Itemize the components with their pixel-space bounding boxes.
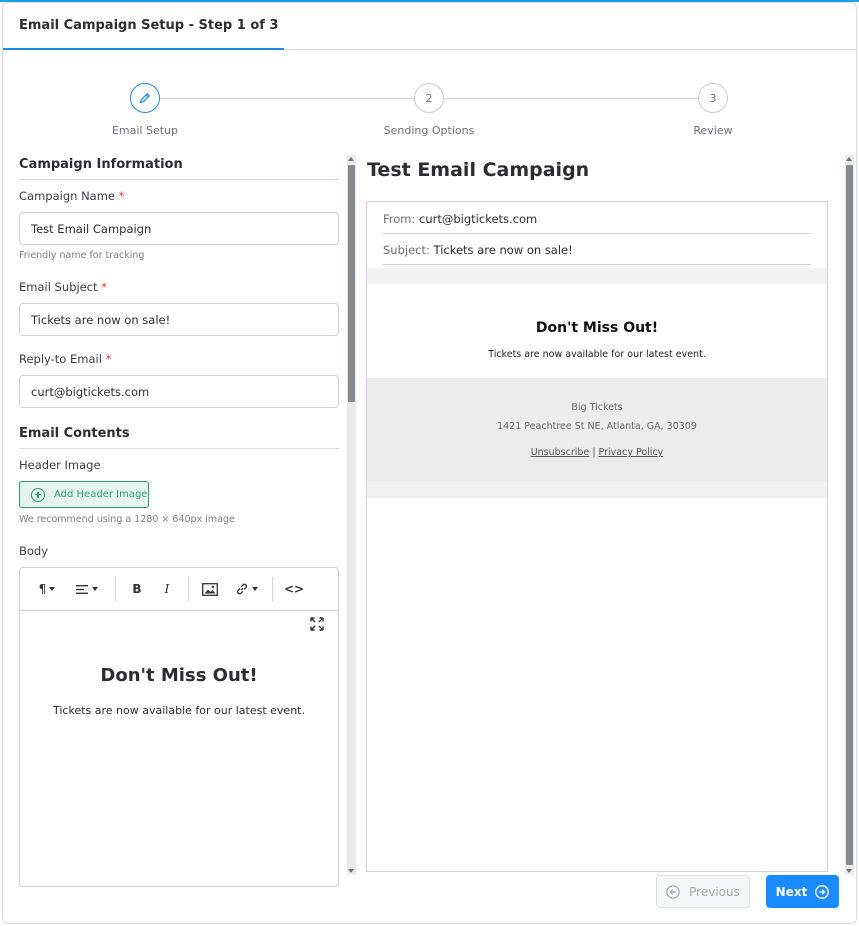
step-2-number: 2: [425, 91, 433, 105]
reply-to-input[interactable]: curt@bigtickets.com: [19, 375, 339, 408]
campaign-name-hint: Friendly name for tracking: [19, 250, 145, 261]
editor-paragraph[interactable]: Tickets are now available for our latest…: [20, 704, 338, 717]
reply-to-value: curt@bigtickets.com: [31, 384, 150, 399]
scroll-up-arrow[interactable]: [348, 157, 354, 161]
bold-button[interactable]: B: [128, 580, 146, 598]
scroll-down-arrow[interactable]: [846, 869, 852, 873]
reply-to-label-text: Reply-to Email: [19, 352, 102, 366]
step-3-circle[interactable]: 3: [698, 83, 728, 113]
email-preview: From: curt@bigtickets.com Subject: Ticke…: [366, 201, 828, 872]
preview-subject-row: Subject: Tickets are now on sale!: [383, 243, 811, 265]
reply-to-label: Reply-to Email *: [19, 352, 111, 366]
align-left-icon: [76, 584, 88, 594]
scroll-down-arrow[interactable]: [348, 869, 354, 873]
email-subject-label-text: Email Subject: [19, 280, 98, 294]
header-tab-indicator: [3, 48, 284, 50]
toolbar-divider: [272, 577, 273, 601]
fullscreen-icon[interactable]: [310, 617, 324, 631]
add-header-image-button[interactable]: Add Header Image: [19, 481, 149, 508]
chevron-down-icon: [49, 587, 56, 591]
preview-from-row: From: curt@bigtickets.com: [383, 212, 811, 234]
stepper-line-1: [160, 98, 414, 99]
campaign-name-input[interactable]: Test Email Campaign: [19, 212, 339, 245]
code-view-button[interactable]: <>: [284, 580, 304, 598]
subject-label: Subject:: [383, 243, 430, 257]
required-mark: *: [101, 280, 107, 294]
header-image-hint: We recommend using a 1280 × 640px image: [19, 514, 235, 525]
footer-company: Big Tickets: [571, 402, 623, 413]
form-scrollbar[interactable]: [347, 155, 356, 875]
add-header-image-label: Add Header Image: [54, 489, 148, 500]
chevron-down-icon: [92, 587, 98, 591]
preview-title: Test Email Campaign: [367, 159, 590, 181]
required-mark: *: [118, 189, 125, 203]
footer-links: Unsubscribe | Privacy Policy: [367, 447, 827, 458]
footer-separator: |: [592, 447, 596, 458]
preview-paragraph: Tickets are now available for our latest…: [488, 349, 706, 360]
subject-value: Tickets are now on sale!: [433, 243, 573, 257]
code-icon: <>: [283, 582, 305, 596]
required-mark: *: [105, 352, 112, 366]
scroll-up-arrow[interactable]: [846, 157, 852, 161]
body-editor[interactable]: ¶ B I <> Don't Miss Out! Tickets are now…: [19, 567, 339, 887]
plus-circle-icon: [31, 487, 45, 502]
step-1-label: Email Setup: [111, 124, 179, 137]
campaign-name-label-text: Campaign Name: [19, 189, 115, 203]
link-icon: [236, 583, 247, 595]
previous-button[interactable]: Previous: [656, 875, 750, 908]
stepper-line-2: [444, 98, 698, 99]
wizard-header: Email Campaign Setup - Step 1 of 3: [3, 3, 856, 50]
preview-heading: Don't Miss Out!: [535, 320, 659, 336]
arrow-right-circle-icon: [815, 884, 830, 899]
pencil-icon: [139, 93, 150, 104]
from-value: curt@bigtickets.com: [419, 212, 538, 226]
previous-label: Previous: [689, 884, 740, 899]
email-subject-label: Email Subject *: [19, 280, 107, 294]
scrollbar-thumb[interactable]: [846, 165, 853, 865]
arrow-left-circle-icon: [666, 884, 680, 899]
wizard-title: Email Campaign Setup - Step 1 of 3: [19, 18, 279, 33]
next-label: Next: [775, 884, 808, 899]
italic-icon: I: [164, 582, 170, 596]
toolbar-divider: [188, 577, 189, 601]
step-2-circle[interactable]: 2: [414, 83, 444, 113]
scrollbar-thumb[interactable]: [348, 165, 355, 402]
next-button[interactable]: Next: [766, 875, 839, 908]
step-1-circle[interactable]: [130, 83, 160, 113]
header-image-label: Header Image: [19, 458, 101, 472]
paragraph-format-button[interactable]: ¶: [34, 580, 60, 598]
chevron-down-icon: [251, 587, 258, 591]
step-3-label: Review: [693, 124, 733, 137]
step-3-number: 3: [709, 91, 717, 105]
toolbar-divider: [115, 577, 116, 601]
step-2-label: Sending Options: [383, 124, 475, 137]
from-label: From:: [383, 212, 416, 226]
editor-toolbar: ¶ B I <>: [20, 568, 338, 611]
email-contents-heading: Email Contents: [19, 426, 339, 449]
link-button[interactable]: [232, 580, 260, 598]
body-label: Body: [19, 544, 49, 558]
bold-icon: B: [132, 582, 142, 596]
insert-image-button[interactable]: [201, 580, 219, 598]
campaign-name-label: Campaign Name *: [19, 189, 124, 203]
unsubscribe-link[interactable]: Unsubscribe: [531, 447, 590, 458]
privacy-policy-link[interactable]: Privacy Policy: [599, 447, 664, 458]
campaign-name-value: Test Email Campaign: [31, 221, 152, 236]
footer-address: 1421 Peachtree St NE, Atlanta, GA, 30309: [497, 421, 697, 432]
email-subject-input[interactable]: Tickets are now on sale!: [19, 303, 339, 336]
editor-heading[interactable]: Don't Miss Out!: [20, 665, 338, 686]
align-button[interactable]: [73, 580, 101, 598]
paragraph-icon: ¶: [38, 582, 47, 596]
italic-button[interactable]: I: [158, 580, 176, 598]
email-subject-value: Tickets are now on sale!: [31, 312, 171, 327]
image-icon: [202, 582, 218, 596]
preview-scrollbar[interactable]: [845, 155, 854, 875]
campaign-information-heading: Campaign Information: [19, 157, 339, 180]
